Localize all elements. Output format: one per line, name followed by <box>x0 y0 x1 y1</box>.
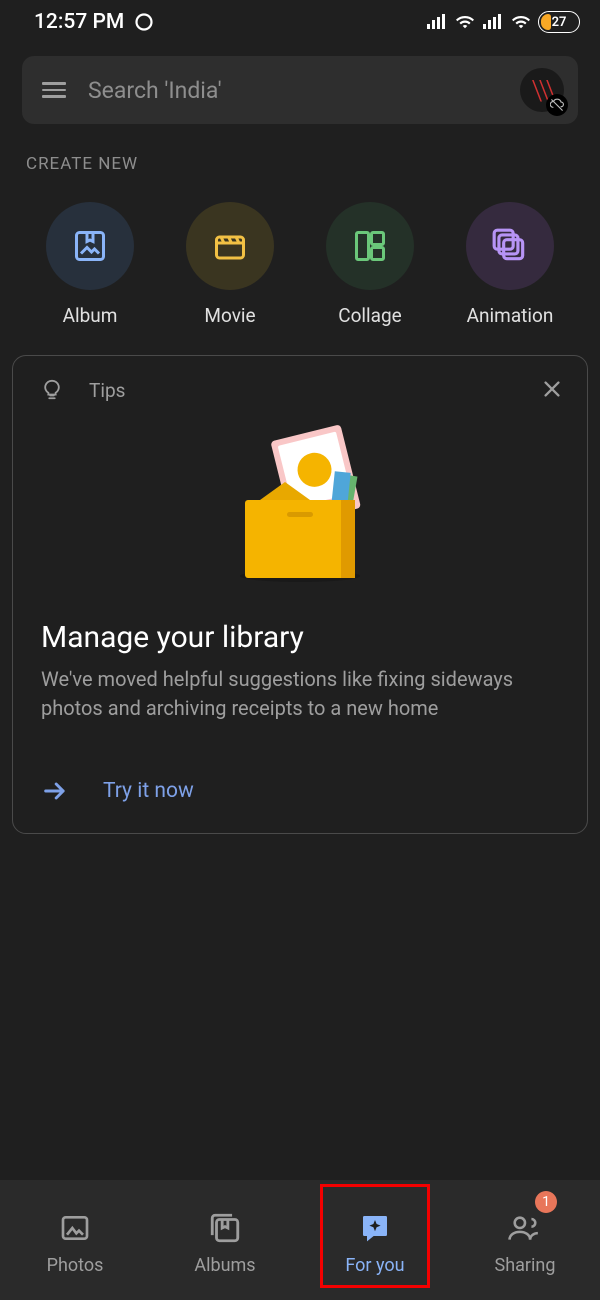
lightbulb-icon <box>41 376 63 404</box>
arrow-right-icon <box>41 777 69 805</box>
wifi-icon <box>454 13 476 31</box>
tips-body: We've moved helpful suggestions like fix… <box>41 665 559 723</box>
create-animation-button[interactable]: Animation <box>455 202 565 327</box>
nav-photos[interactable]: Photos <box>15 1197 135 1289</box>
collage-icon <box>326 202 414 290</box>
signal-icon <box>482 14 504 30</box>
album-icon <box>46 202 134 290</box>
movie-icon <box>186 202 274 290</box>
search-input[interactable]: Search 'India' <box>88 77 520 104</box>
create-new-label: CREATE NEW <box>26 154 600 174</box>
status-indicator-icon <box>134 12 154 32</box>
tips-illustration <box>41 420 559 590</box>
tips-cta-button[interactable]: Try it now <box>41 777 559 805</box>
tips-header-label: Tips <box>89 379 125 402</box>
tips-title: Manage your library <box>41 620 559 655</box>
nav-sharing-label: Sharing <box>495 1255 556 1276</box>
nav-for-you[interactable]: For you <box>315 1197 435 1289</box>
for-you-icon <box>359 1211 391 1245</box>
nav-albums[interactable]: Albums <box>165 1197 285 1289</box>
nav-photos-label: Photos <box>47 1255 104 1276</box>
nav-albums-label: Albums <box>194 1255 255 1276</box>
nav-for-you-label: For you <box>345 1255 404 1276</box>
create-collage-button[interactable]: Collage <box>315 202 425 327</box>
create-new-row: Album Movie Collage Animation <box>0 174 600 337</box>
albums-icon <box>208 1211 242 1245</box>
battery-text: 27 <box>552 15 567 30</box>
photos-icon <box>59 1211 91 1245</box>
status-bar: 12:57 PM 27 <box>0 0 600 42</box>
search-bar[interactable]: Search 'India' \\\ <box>22 56 578 124</box>
create-collage-label: Collage <box>338 304 402 327</box>
signal-icon <box>426 14 448 30</box>
tips-cta-label: Try it now <box>103 779 194 803</box>
close-icon[interactable] <box>541 378 563 404</box>
backup-off-icon <box>546 94 568 116</box>
create-animation-label: Animation <box>467 304 554 327</box>
create-album-label: Album <box>63 304 118 327</box>
sharing-badge: 1 <box>535 1191 557 1213</box>
nav-sharing[interactable]: 1 Sharing <box>465 1197 585 1289</box>
create-album-button[interactable]: Album <box>35 202 145 327</box>
tips-card: Tips Manage your library We've moved hel… <box>12 355 588 834</box>
status-time: 12:57 PM <box>34 10 124 34</box>
battery-icon: 27 <box>538 11 580 33</box>
wifi-icon <box>510 13 532 31</box>
avatar[interactable]: \\\ <box>520 68 564 112</box>
menu-icon[interactable] <box>42 82 66 98</box>
sharing-icon <box>507 1211 543 1245</box>
create-movie-button[interactable]: Movie <box>175 202 285 327</box>
create-movie-label: Movie <box>204 304 255 327</box>
animation-icon <box>466 202 554 290</box>
bottom-nav: Photos Albums For you 1 Sharing <box>0 1180 600 1300</box>
